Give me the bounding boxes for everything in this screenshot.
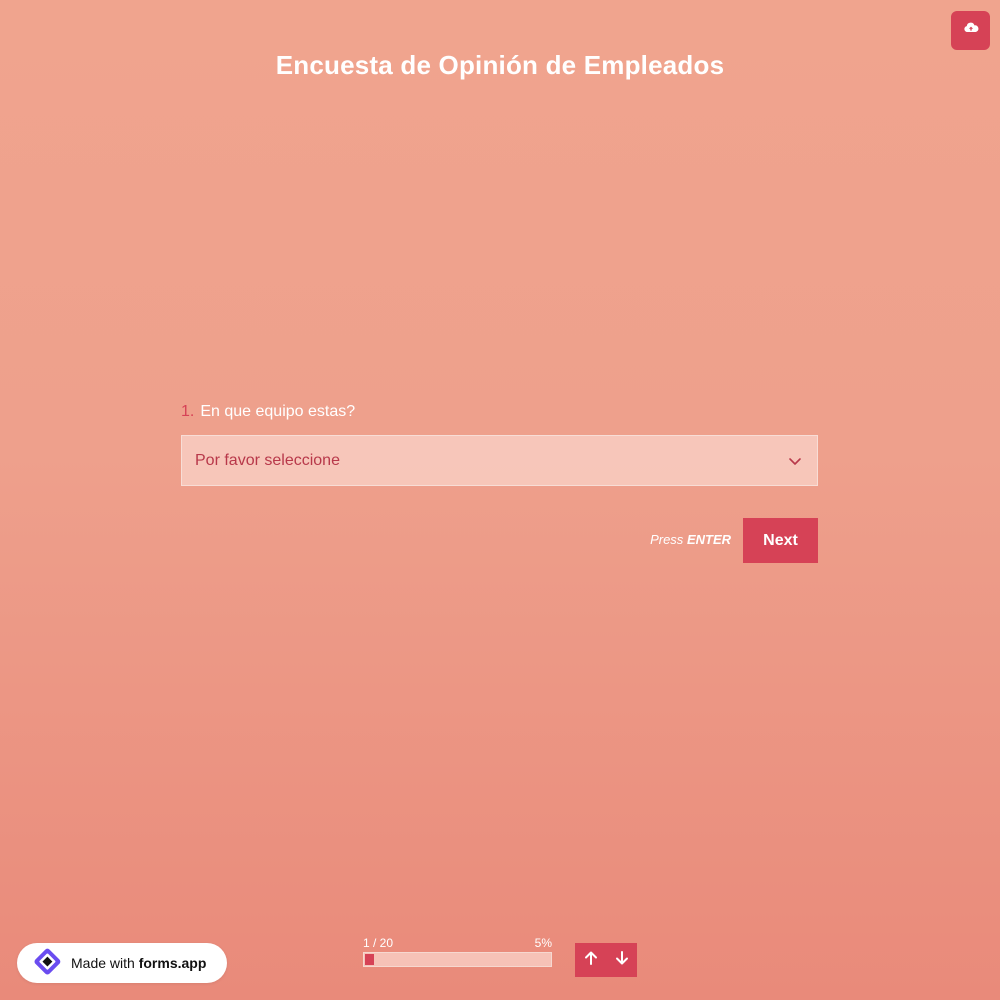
forms-app-logo-icon <box>27 948 65 978</box>
cloud-upload-icon <box>963 20 979 41</box>
previous-question-button[interactable] <box>575 943 606 977</box>
made-with-badge[interactable]: Made with forms.app <box>17 943 227 983</box>
next-question-button[interactable] <box>606 943 637 977</box>
press-hint-key: ENTER <box>686 532 731 547</box>
press-hint-prefix: Press <box>650 532 684 547</box>
progress-count: 1 / 20 <box>363 936 394 950</box>
question-label: 1. En que equipo estas? <box>181 401 818 423</box>
press-enter-hint: Press ENTER <box>600 532 731 547</box>
arrow-down-icon <box>615 950 629 971</box>
progress-track <box>363 952 552 967</box>
chevron-down-icon <box>787 453 803 469</box>
arrow-up-icon <box>584 950 598 971</box>
badge-made-with: Made with <box>71 955 135 971</box>
progress-percent: 5% <box>534 936 552 950</box>
upload-button[interactable] <box>951 11 990 50</box>
team-dropdown[interactable]: Por favor seleccione <box>181 435 818 486</box>
question-number: 1. <box>181 403 195 420</box>
question-text: En que equipo estas? <box>200 403 356 420</box>
progress-fill <box>365 954 374 965</box>
next-button[interactable]: Next <box>743 518 818 563</box>
badge-text: Made with forms.app <box>71 955 206 971</box>
question-block: 1. En que equipo estas? Por favor selecci… <box>181 401 818 486</box>
page-title: Encuesta de Opinión de Empleados <box>275 50 725 80</box>
question-navigation <box>575 943 637 977</box>
dropdown-placeholder: Por favor seleccione <box>195 452 340 469</box>
badge-brand: forms.app <box>138 955 207 971</box>
